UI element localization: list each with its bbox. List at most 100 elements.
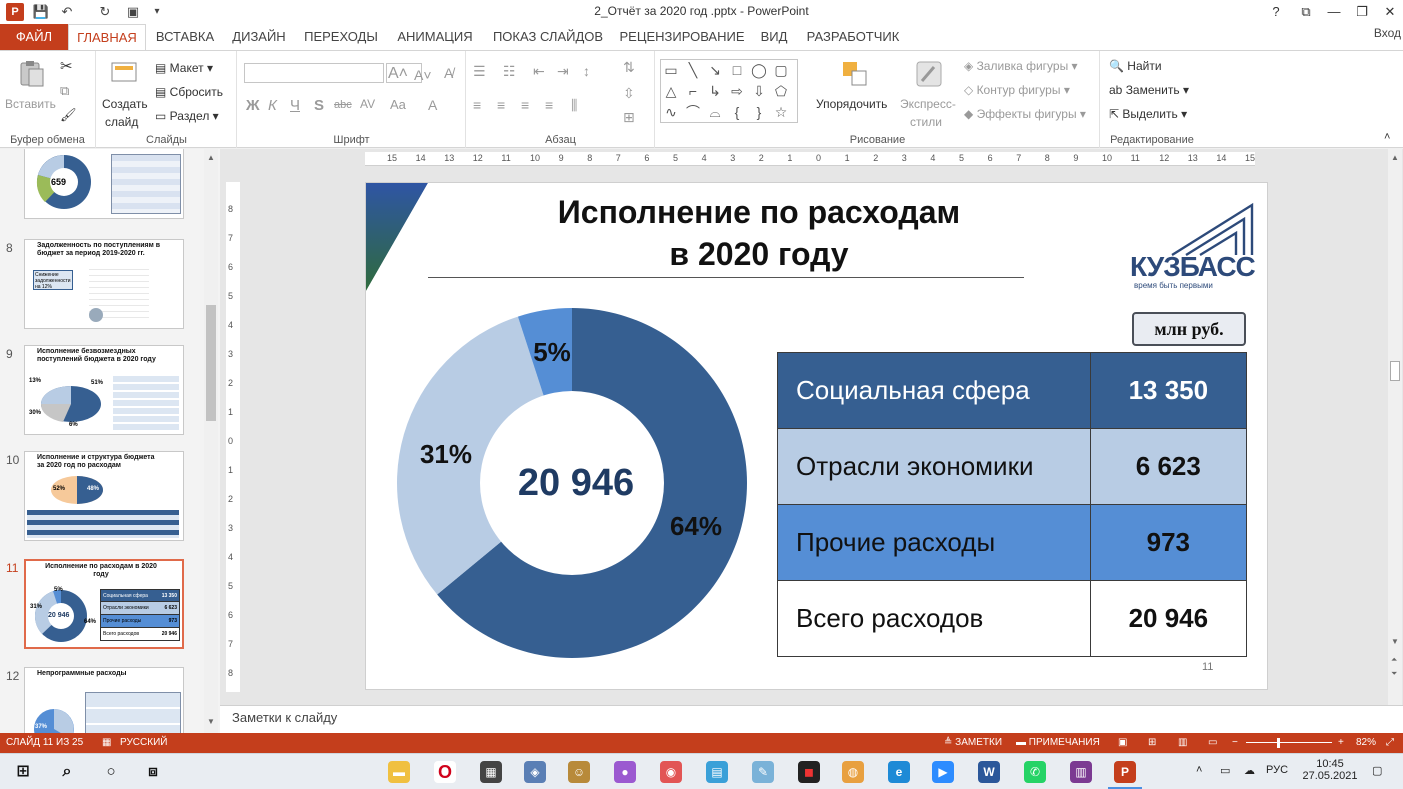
- search-icon[interactable]: ⌕: [56, 761, 78, 783]
- tray-expand-icon[interactable]: ˄: [1196, 764, 1202, 776]
- help-button[interactable]: ?: [1262, 0, 1290, 24]
- table-cell-label[interactable]: Всего расходов: [777, 580, 1091, 657]
- table-cell-label[interactable]: Прочие расходы: [777, 504, 1091, 581]
- shape-effects-button[interactable]: ◆ Эффекты фигуры ▾: [964, 107, 1086, 121]
- slide-scroll-down-icon[interactable]: ▼: [1391, 637, 1399, 646]
- previous-slide-icon[interactable]: ⏶: [1391, 655, 1397, 665]
- normal-view-icon[interactable]: ▣: [1118, 737, 1127, 748]
- restore-icon[interactable]: ❐: [1348, 0, 1376, 24]
- grow-font-button[interactable]: A˄: [388, 65, 408, 83]
- right-brace-shape-icon[interactable]: }: [749, 102, 769, 122]
- calculator-icon[interactable]: ▦: [480, 761, 502, 783]
- font-name-combo[interactable]: [244, 63, 384, 83]
- textbox-shape-icon[interactable]: ▭: [661, 60, 681, 80]
- whatsapp-icon[interactable]: ✆: [1024, 761, 1046, 783]
- underline-button[interactable]: Ч: [290, 97, 300, 114]
- zoom-slider[interactable]: [1246, 742, 1332, 743]
- tab-design[interactable]: ДИЗАЙН: [224, 24, 294, 50]
- zoom-level[interactable]: 82%: [1356, 737, 1376, 748]
- scroll-up-icon[interactable]: ▲: [207, 153, 215, 162]
- triangle-shape-icon[interactable]: △: [661, 81, 681, 101]
- freeform-shape-icon[interactable]: ∿: [661, 102, 681, 122]
- star-shape-icon[interactable]: ☆: [771, 102, 791, 122]
- table-row[interactable]: Социальная сфера 13 350: [777, 352, 1248, 429]
- zoom-app-icon[interactable]: ▶: [932, 761, 954, 783]
- thumbnail-scroll-thumb[interactable]: [206, 305, 216, 421]
- bold-button[interactable]: Ж: [246, 97, 260, 114]
- elbow-arrow-shape-icon[interactable]: ↳: [705, 81, 725, 101]
- edge-browser-icon[interactable]: e: [888, 761, 910, 783]
- notes-toggle[interactable]: ≜ ЗАМЕТКИ: [944, 737, 1002, 748]
- slide-canvas[interactable]: Исполнение по расходам в 2020 году КУЗБА…: [365, 182, 1268, 690]
- change-case-button[interactable]: Aa: [390, 97, 406, 112]
- new-slide-dropdown[interactable]: слайд: [105, 115, 138, 129]
- table-row[interactable]: Прочие расходы 973: [777, 504, 1248, 581]
- down-arrow-shape-icon[interactable]: ⇩: [749, 81, 769, 101]
- curve-shape-icon[interactable]: ⌒: [683, 102, 703, 122]
- text-direction-icon[interactable]: ⇅: [623, 59, 635, 76]
- rounded-rect-shape-icon[interactable]: ▢: [771, 60, 791, 80]
- zoom-in-icon[interactable]: +: [1338, 737, 1344, 748]
- tab-home[interactable]: ГЛАВНАЯ: [68, 24, 146, 50]
- fit-slide-icon[interactable]: ⤢: [1386, 737, 1394, 748]
- replace-button[interactable]: ab Заменить ▾: [1109, 83, 1189, 97]
- copy-icon[interactable]: ⧉: [60, 83, 69, 99]
- table-row[interactable]: Всего расходов 20 946: [777, 580, 1248, 657]
- task-view-icon[interactable]: ⧈: [142, 761, 164, 783]
- table-cell-value[interactable]: 13 350: [1089, 352, 1248, 429]
- font-color-icon[interactable]: A: [428, 97, 437, 113]
- quick-styles-dropdown[interactable]: стили: [910, 115, 942, 129]
- shadow-button[interactable]: S: [314, 97, 324, 114]
- chat-app-icon[interactable]: ◉: [660, 761, 682, 783]
- slide-thumbnail-10[interactable]: Исполнение и структура бюджета за 2020 г…: [24, 451, 184, 541]
- shape-outline-button[interactable]: ◇ Контур фигуры ▾: [964, 83, 1070, 97]
- arrow-line-shape-icon[interactable]: ↘: [705, 60, 725, 80]
- left-brace-shape-icon[interactable]: {: [727, 102, 747, 122]
- shrink-font-button[interactable]: A˅: [414, 67, 432, 83]
- new-slide-button[interactable]: Создать: [102, 97, 148, 111]
- line-shape-icon[interactable]: ╲: [683, 60, 703, 80]
- tab-developer[interactable]: РАЗРАБОТЧИК: [798, 24, 908, 50]
- reset-button[interactable]: ▤ Сбросить: [155, 85, 223, 99]
- comments-toggle[interactable]: ▬ ПРИМЕЧАНИЯ: [1016, 737, 1100, 748]
- slide-thumbnail-9[interactable]: Исполнение безвозмездных поступлений бюд…: [24, 345, 184, 435]
- align-right-icon[interactable]: ≡: [521, 97, 529, 113]
- slide-sorter-icon[interactable]: ⊞: [1148, 737, 1156, 748]
- elbow-shape-icon[interactable]: ⌐: [683, 81, 703, 101]
- table-cell-value[interactable]: 973: [1089, 504, 1248, 581]
- section-button[interactable]: ▭ Раздел ▾: [155, 109, 219, 123]
- notes-pane[interactable]: Заметки к слайду: [220, 705, 1403, 733]
- slideshow-view-icon[interactable]: ▭: [1208, 737, 1217, 748]
- unit-label[interactable]: млн руб.: [1132, 312, 1246, 346]
- smartart-icon[interactable]: ⊞: [623, 109, 635, 126]
- network-icon[interactable]: ▭: [1220, 764, 1230, 777]
- news-app-icon[interactable]: ▤: [706, 761, 728, 783]
- format-painter-icon[interactable]: 🖌: [60, 107, 77, 123]
- remote-app-icon[interactable]: ◈: [524, 761, 546, 783]
- layout-button[interactable]: ▤ Макет ▾: [155, 61, 213, 75]
- columns-icon[interactable]: ⫼: [571, 97, 577, 114]
- align-text-icon[interactable]: ⇳: [623, 85, 635, 102]
- opera-icon[interactable]: O: [434, 761, 456, 783]
- tab-file[interactable]: ФАЙЛ: [0, 24, 68, 50]
- table-row[interactable]: Отрасли экономики 6 623: [777, 428, 1248, 505]
- proofing-icon[interactable]: ▦: [102, 737, 111, 748]
- slide-scroll-thumb[interactable]: [1390, 361, 1400, 381]
- slide-title[interactable]: Исполнение по расходам в 2020 году: [466, 191, 1052, 275]
- thumbnail-scrollbar[interactable]: ▲ ▼: [204, 149, 218, 733]
- clock[interactable]: 10:45 27.05.2021: [1300, 758, 1360, 782]
- char-spacing-button[interactable]: AV: [360, 97, 375, 111]
- tab-insert[interactable]: ВСТАВКА: [148, 24, 222, 50]
- table-cell-label[interactable]: Социальная сфера: [777, 352, 1091, 429]
- slide-thumbnail-11[interactable]: Исполнение по расходам в 2020 году 20 94…: [24, 559, 184, 649]
- ribbon-display-options-icon[interactable]: ⧉: [1292, 0, 1320, 24]
- input-language[interactable]: РУС: [1266, 764, 1288, 776]
- quick-styles-button[interactable]: Экспресс-: [900, 97, 956, 111]
- tab-review[interactable]: РЕЦЕНЗИРОВАНИЕ: [614, 24, 750, 50]
- select-button[interactable]: ⇱ Выделить ▾: [1109, 107, 1187, 121]
- sign-in-link[interactable]: Вход: [1374, 26, 1401, 40]
- arrange-icon[interactable]: [840, 59, 870, 89]
- cortana-icon[interactable]: ○: [100, 761, 122, 783]
- shapes-gallery[interactable]: ▭ ╲ ↘ □ ◯ ▢ △ ⌐ ↳ ⇨ ⇩ ⬠ ∿ ⌒ ⌓ { } ☆: [660, 59, 798, 123]
- zoom-slider-thumb[interactable]: [1277, 738, 1281, 748]
